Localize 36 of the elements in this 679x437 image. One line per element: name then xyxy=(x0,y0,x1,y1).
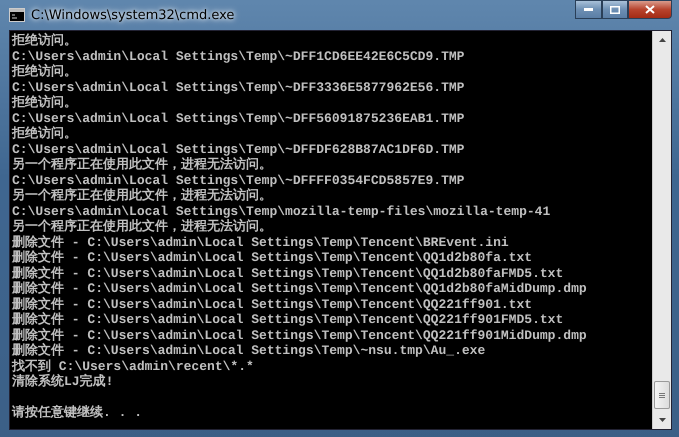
console-line: 找不到 C:\Users\admin\recent\*.* xyxy=(12,358,255,374)
console-line: C:\Users\admin\Local Settings\Temp\~DFFDF628B87AC1DF6D.TMP xyxy=(12,142,466,156)
console-line: C:\Users\admin\Local Settings\Temp\~DFF56091875236EAB1.TMP xyxy=(12,110,466,126)
console-line: 删除文件 - C:\Users\admin\Local Settings\Temp\Tencent\QQ221ff901.txt xyxy=(12,296,534,312)
scroll-up-icon[interactable] xyxy=(658,38,666,42)
console-line: 拒绝访问。 xyxy=(12,126,78,142)
scrollbar[interactable] xyxy=(652,31,671,429)
console-line: 删除文件 - C:\Users\admin\Local Settings\Temp\Tencent\QQ221ff901FMD5.txt xyxy=(12,312,564,328)
close-icon xyxy=(645,5,655,14)
minimize-button[interactable] xyxy=(575,0,602,19)
console-line: 另一个程序正在使用此文件，进程无法访问。 xyxy=(12,219,273,234)
console-line: 删除文件 - C:\Users\admin\Local Settings\Temp\~nsu.tmp\Au_.exe xyxy=(12,343,486,358)
console-line: 拒绝访问。 xyxy=(12,33,78,48)
console-line: 清除系统LJ完成! xyxy=(12,374,114,390)
scroll-thumb[interactable] xyxy=(654,381,670,409)
maximize-button[interactable] xyxy=(602,0,628,19)
console-line: 删除文件 - C:\Users\admin\Local Settings\Temp\Tencent\QQ1d2b80faFMD5.txt xyxy=(12,266,564,280)
window-title: C:\Windows\system32\cmd.exe xyxy=(31,8,234,22)
console-line: 删除文件 - C:\Users\admin\Local Settings\Temp\Tencent\QQ1d2b80faMidDump.dmp xyxy=(12,281,588,296)
console-line: C:\Users\admin\Local Settings\Temp\~DFF1CD6EE42E6C5CD9.TMP xyxy=(12,48,466,64)
close-button[interactable] xyxy=(628,0,672,19)
minimize-icon xyxy=(584,8,593,11)
console-line: 拒绝访问。 xyxy=(12,64,78,80)
console-line: 请按任意键继续. . . xyxy=(12,405,144,420)
scroll-down-icon[interactable] xyxy=(658,418,666,422)
console-line: 删除文件 - C:\Users\admin\Local Settings\Temp\Tencent\QQ1d2b80fa.txt xyxy=(12,250,534,266)
console-line: 另一个程序正在使用此文件，进程无法访问。 xyxy=(12,157,273,172)
console-line: C:\Users\admin\Local Settings\Temp\~DFFFF0354FCD5857E9.TMP xyxy=(12,172,466,188)
console-icon xyxy=(9,8,25,22)
maximize-icon xyxy=(610,6,620,14)
console-line: C:\Users\admin\Local Settings\Temp\~DFF3336E5877962E56.TMP xyxy=(12,80,466,94)
console-line: 另一个程序正在使用此文件，进程无法访问。 xyxy=(12,188,273,204)
console-line: C:\Users\admin\Local Settings\Temp\mozilla-temp-files\mozilla-temp-41 xyxy=(12,204,552,218)
console-line: 拒绝访问。 xyxy=(12,95,78,110)
console-line: 删除文件 - C:\Users\admin\Local Settings\Temp\Tencent\QQ221ff901MidDump.dmp xyxy=(12,328,588,342)
console-line: 删除文件 - C:\Users\admin\Local Settings\Temp\Tencent\BREvent.ini xyxy=(12,234,510,250)
